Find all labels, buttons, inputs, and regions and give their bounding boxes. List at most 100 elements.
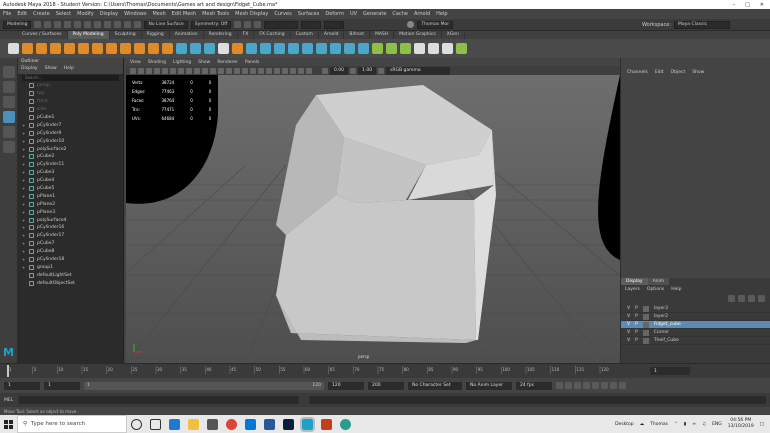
channel-box-menu-object[interactable]: Object [671,70,686,75]
camera-attributes-icon[interactable] [138,67,144,74]
outliner-item[interactable]: + pCylinder11 [18,161,123,169]
playback-start-field[interactable]: 1 [44,381,80,390]
move-layer-down-icon[interactable] [738,295,745,302]
windows-start-icon[interactable] [0,415,17,433]
current-time-field[interactable]: 1 [650,367,690,375]
expand-toggle-icon[interactable]: + [22,154,26,159]
command-input[interactable] [19,396,300,404]
expand-toggle-icon[interactable]: + [22,202,26,207]
x-field[interactable] [301,20,322,29]
menu-curves[interactable]: Curves [274,11,291,17]
soft-select-icon[interactable] [456,43,467,54]
poly-disc-icon[interactable] [106,43,117,54]
xray-components-icon[interactable] [306,67,312,74]
poly-cube-icon[interactable] [36,43,47,54]
outliner-item[interactable]: + pCube8 [18,248,123,256]
menu-display[interactable]: Display [100,11,118,17]
render-settings-icon[interactable] [254,21,262,28]
shelf-tab-rendering[interactable]: Rendering [204,31,238,39]
outliner-item[interactable]: + pCylinder10 [18,137,123,145]
poly-torus-icon[interactable] [78,43,89,54]
separate-icon[interactable] [190,43,201,54]
shelf-tab-sculpting[interactable]: Sculpting [110,31,142,39]
select-camera-icon[interactable] [130,67,136,74]
playback-toggle[interactable]: P [635,306,638,311]
channel-box-menu-edit[interactable]: Edit [655,70,664,75]
photoshop-icon[interactable] [283,418,294,430]
outliner-item[interactable]: + pCube7 [18,240,123,248]
outliner-item[interactable]: + pPlane2 [18,200,123,208]
color-space-dropdown[interactable]: sRGB gamma [386,66,451,75]
shelf-tab-custom[interactable]: Custom [291,31,319,39]
visibility-toggle[interactable]: V [627,314,630,319]
outliner-item[interactable]: side [18,106,123,114]
xray-joints-icon[interactable] [298,67,304,74]
expand-toggle-icon[interactable]: + [22,170,26,175]
layer-row[interactable]: V P Theif_Cube [621,337,770,345]
app-green-icon[interactable] [340,418,351,430]
layer-color-swatch[interactable] [642,329,649,336]
shelf-tab-animation[interactable]: Animation [170,31,204,39]
shelf-tab-poly-modeling[interactable]: Poly Modeling [67,31,110,39]
menu-edit-mesh[interactable]: Edit Mesh [172,11,196,17]
layer-tab-display[interactable]: Display [621,278,648,285]
textured-icon[interactable] [234,67,240,74]
gamma-field[interactable]: 1.00 [358,66,377,75]
bridge-icon[interactable] [260,43,271,54]
gate-mask-icon[interactable] [186,67,192,74]
live-surface-dropdown[interactable]: No Live Surface [144,20,188,29]
step-back-key-icon[interactable] [565,382,572,389]
open-scene-icon[interactable] [44,21,52,28]
expand-toggle-icon[interactable]: + [22,210,26,215]
language-label[interactable]: ENG [712,422,722,427]
expand-toggle-icon[interactable]: + [22,225,26,230]
powerpoint-icon[interactable] [321,418,332,430]
select-object-icon[interactable] [94,21,102,28]
rotate-tool-icon[interactable] [3,126,15,138]
anti-aliasing-icon[interactable] [274,67,280,74]
poly-cylinder-icon[interactable] [50,43,61,54]
step-forward-key-icon[interactable] [610,382,617,389]
ipr-render-icon[interactable] [244,21,252,28]
scale-tool-icon[interactable] [3,141,15,153]
new-layer-from-selection-icon[interactable] [758,295,765,302]
safe-action-icon[interactable] [202,67,208,74]
shelf-tab-rigging[interactable]: Rigging [142,31,170,39]
outliner-item[interactable]: + pCylinder16 [18,224,123,232]
select-tool-icon[interactable] [3,66,15,78]
expand-toggle-icon[interactable]: + [22,257,26,262]
outliner-item[interactable]: + pCube5 [18,185,123,193]
outliner-search-input[interactable]: Search... [22,75,119,81]
super-shape-icon[interactable] [134,43,145,54]
outliner-item[interactable]: persp [18,82,123,90]
multi-cut-icon[interactable] [316,43,327,54]
layer-color-swatch[interactable] [642,313,649,320]
paint-select-tool-icon[interactable] [3,96,15,108]
new-scene-icon[interactable] [34,21,42,28]
chrome-icon[interactable] [226,418,237,430]
resolution-gate-icon[interactable] [178,67,184,74]
outliner-item[interactable]: front [18,98,123,106]
undo-icon[interactable] [64,21,72,28]
expand-toggle-icon[interactable]: + [22,265,26,270]
shelf-tab-mash[interactable]: MASH [370,31,395,39]
shelf-tab-fx-caching[interactable]: FX Caching [254,31,291,39]
menu-arnold[interactable]: Arnold [414,11,430,17]
expand-toggle-icon[interactable]: + [22,186,26,191]
save-scene-icon[interactable] [54,21,62,28]
move-tool-icon[interactable] [3,111,15,123]
anim-layer-dropdown[interactable]: No Anim Layer [466,381,512,390]
close-icon[interactable]: ✕ [760,2,764,8]
viewport-menu-shading[interactable]: Shading [148,60,166,65]
combine-icon[interactable] [176,43,187,54]
range-slider[interactable]: 1 120 [84,381,324,390]
viewport-menu-lighting[interactable]: Lighting [173,60,191,65]
motion-blur-icon[interactable] [266,67,272,74]
shelf-tab-arnold[interactable]: Arnold [319,31,345,39]
boolean-icon[interactable] [218,43,229,54]
expand-toggle-icon[interactable]: + [22,194,26,199]
outliner-item[interactable]: + pPlane3 [18,208,123,216]
volume-icon[interactable]: ♫ [702,422,706,427]
smooth-shade-icon[interactable] [218,67,224,74]
append-to-polygon-icon[interactable] [288,43,299,54]
